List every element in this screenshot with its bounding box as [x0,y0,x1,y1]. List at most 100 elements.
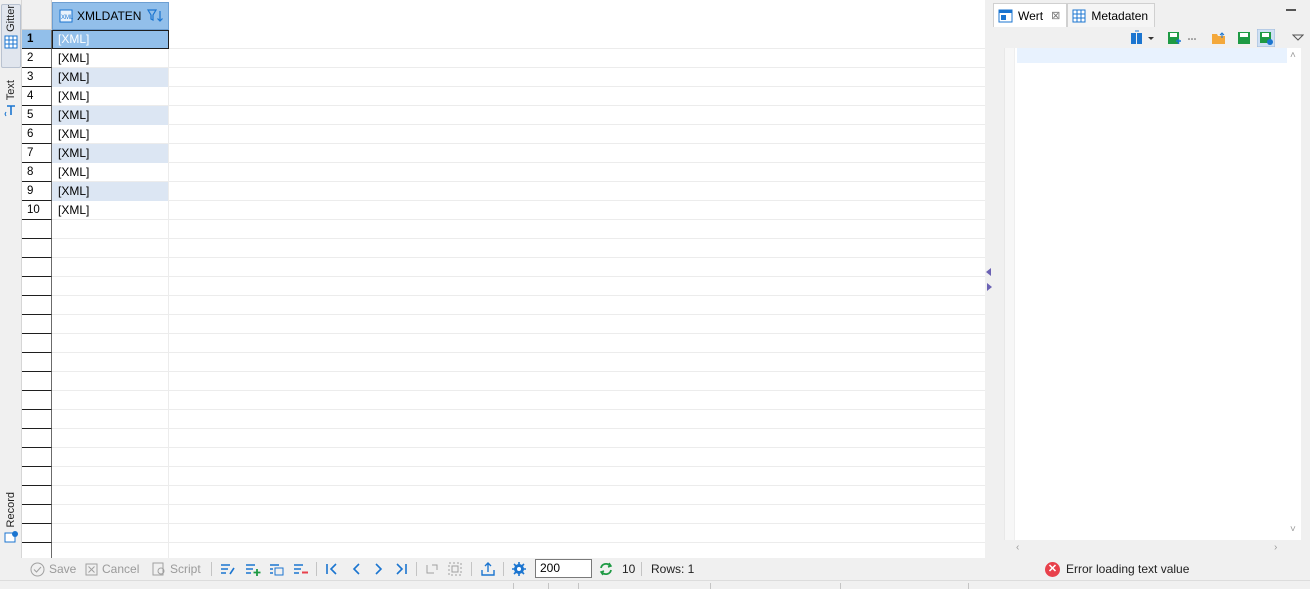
table-row[interactable]: [XML] [52,68,985,87]
results-grid[interactable]: XML XMLDATEN 1 2 3 4 5 6 7 8 9 10 [XML] … [22,0,985,558]
column-header-xmldaten[interactable]: XML XMLDATEN [52,2,169,30]
fetch-size-input[interactable]: 200 [535,559,592,578]
tab-metadaten[interactable]: Metadaten [1067,3,1156,27]
empty-row-number [22,239,52,258]
grid-cell[interactable]: [XML] [52,68,169,87]
export-icon[interactable] [480,561,496,577]
empty-row [52,467,985,486]
collapse-right-icon[interactable] [987,283,992,291]
filter-sort-icon[interactable] [147,9,165,23]
row-number[interactable]: 3 [22,68,52,87]
next-page-icon[interactable] [371,561,387,577]
status-separator [968,583,969,589]
table-row[interactable]: [XML] [52,163,985,182]
row-number[interactable]: 4 [22,87,52,106]
value-panel-icon [998,9,1013,22]
copy-row-icon[interactable] [269,561,285,577]
row-number[interactable]: 2 [22,49,52,68]
vertical-scrollbar[interactable]: ˄ ˅ [1287,48,1301,540]
status-separator [840,583,841,589]
table-row[interactable]: [XML] [52,144,985,163]
grid-cell[interactable]: [XML] [52,125,169,144]
tab-grid[interactable]: Gitter [1,4,21,68]
scroll-left-icon[interactable]: ‹ [1016,542,1019,553]
save-icon[interactable] [1236,30,1252,46]
empty-row [52,410,985,429]
empty-cell [52,277,169,296]
check-circle-icon [30,562,45,576]
table-row[interactable]: [XML] [52,87,985,106]
refresh-count[interactable]: 10 [622,558,635,580]
grid-cell[interactable]: [XML] [52,30,169,49]
content-viewer-icon[interactable] [1129,30,1145,46]
open-folder-icon[interactable] [1211,30,1227,46]
cancel-button[interactable]: Cancel [85,558,139,580]
empty-row [52,334,985,353]
status-separator [513,583,514,589]
view-menu-icon[interactable] [1292,30,1304,46]
more-icon[interactable] [1187,30,1197,46]
script-button[interactable]: Script [152,558,201,580]
error-status: ✕ Error loading text value [1045,558,1189,580]
scroll-right-icon[interactable]: › [1274,542,1277,553]
grid-cell[interactable]: [XML] [52,49,169,68]
svg-text:XML: XML [61,15,73,21]
empty-row-number [22,334,52,353]
grid-cell[interactable]: [XML] [52,201,169,220]
panels-icon[interactable] [447,561,463,577]
grid-corner[interactable] [22,0,52,30]
table-row[interactable]: [XML] [52,30,985,49]
gear-icon[interactable] [511,561,527,577]
grid-cell[interactable]: [XML] [52,87,169,106]
row-number[interactable]: 6 [22,125,52,144]
row-number[interactable]: 8 [22,163,52,182]
edit-cell-icon[interactable] [220,561,236,577]
empty-cell [52,315,169,334]
empty-row-number [22,315,52,334]
link-icon[interactable] [424,561,440,577]
tab-text-label: Text [5,80,17,101]
auto-apply-icon[interactable] [1257,29,1275,47]
close-icon[interactable]: ⊠ [1051,9,1060,22]
row-number[interactable]: 7 [22,144,52,163]
empty-cell [52,391,169,410]
scroll-up-icon[interactable]: ˄ [1290,50,1296,61]
grid-cell[interactable]: [XML] [52,163,169,182]
chevron-down-icon[interactable] [1147,30,1155,46]
refresh-icon[interactable] [598,561,614,577]
collapse-left-icon[interactable] [986,268,991,276]
table-row[interactable]: [XML] [52,201,985,220]
previous-page-icon[interactable] [348,561,364,577]
tab-wert[interactable]: Wert ⊠ [993,3,1068,27]
tab-text[interactable]: Text [1,80,21,124]
toolbar-separator [503,562,504,576]
scroll-down-icon[interactable]: ˅ [1290,524,1296,535]
grid-cell[interactable]: [XML] [52,106,169,125]
minimize-icon[interactable] [1286,9,1296,11]
add-row-icon[interactable] [245,561,261,577]
last-page-icon[interactable] [393,561,409,577]
save-button[interactable]: Save [30,558,76,580]
first-page-icon[interactable] [324,561,340,577]
row-number[interactable]: 9 [22,182,52,201]
row-number[interactable]: 10 [22,201,52,220]
row-number[interactable]: 5 [22,106,52,125]
table-row[interactable]: [XML] [52,125,985,144]
save-to-file-icon[interactable] [1166,30,1182,46]
table-row[interactable]: [XML] [52,49,985,68]
status-bar [0,580,1310,589]
panel-splitter[interactable] [985,0,993,558]
delete-row-icon[interactable] [293,561,309,577]
empty-row-number [22,391,52,410]
table-row[interactable]: [XML] [52,182,985,201]
grid-cell[interactable]: [XML] [52,182,169,201]
tab-record[interactable]: Record [1,492,21,550]
empty-row-number [22,467,52,486]
table-row[interactable]: [XML] [52,106,985,125]
value-text-editor[interactable] [1004,48,1287,540]
horizontal-scrollbar[interactable]: ‹ › [1004,541,1287,555]
empty-cell [52,486,169,505]
grid-cell[interactable]: [XML] [52,144,169,163]
empty-row [52,315,985,334]
row-number[interactable]: 1 [22,30,52,49]
